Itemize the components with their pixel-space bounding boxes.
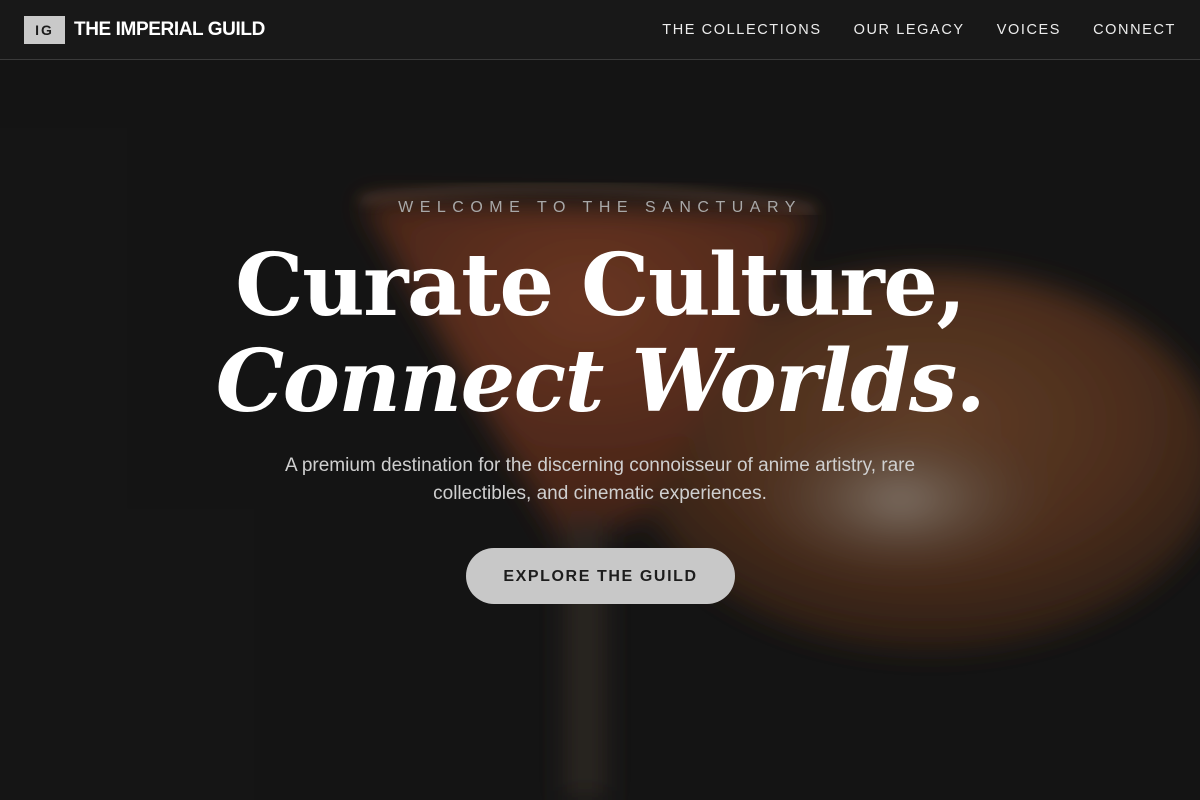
hero-eyebrow: WELCOME TO THE SANCTUARY <box>398 199 802 216</box>
headline-line-2: Connect Worlds. <box>215 331 986 432</box>
hero-subtitle: A premium destination for the discerning… <box>284 455 916 504</box>
hero-headline: Curate Culture, Connect Worlds. <box>0 238 1200 430</box>
explore-guild-button[interactable]: EXPLORE THE GUILD <box>466 548 735 604</box>
hero-section: WELCOME TO THE SANCTUARY Curate Culture,… <box>0 0 1200 800</box>
headline-line-1: Curate Culture, <box>235 235 966 336</box>
landing-page: IG THE IMPERIAL GUILD THE COLLECTIONS OU… <box>0 0 1200 800</box>
